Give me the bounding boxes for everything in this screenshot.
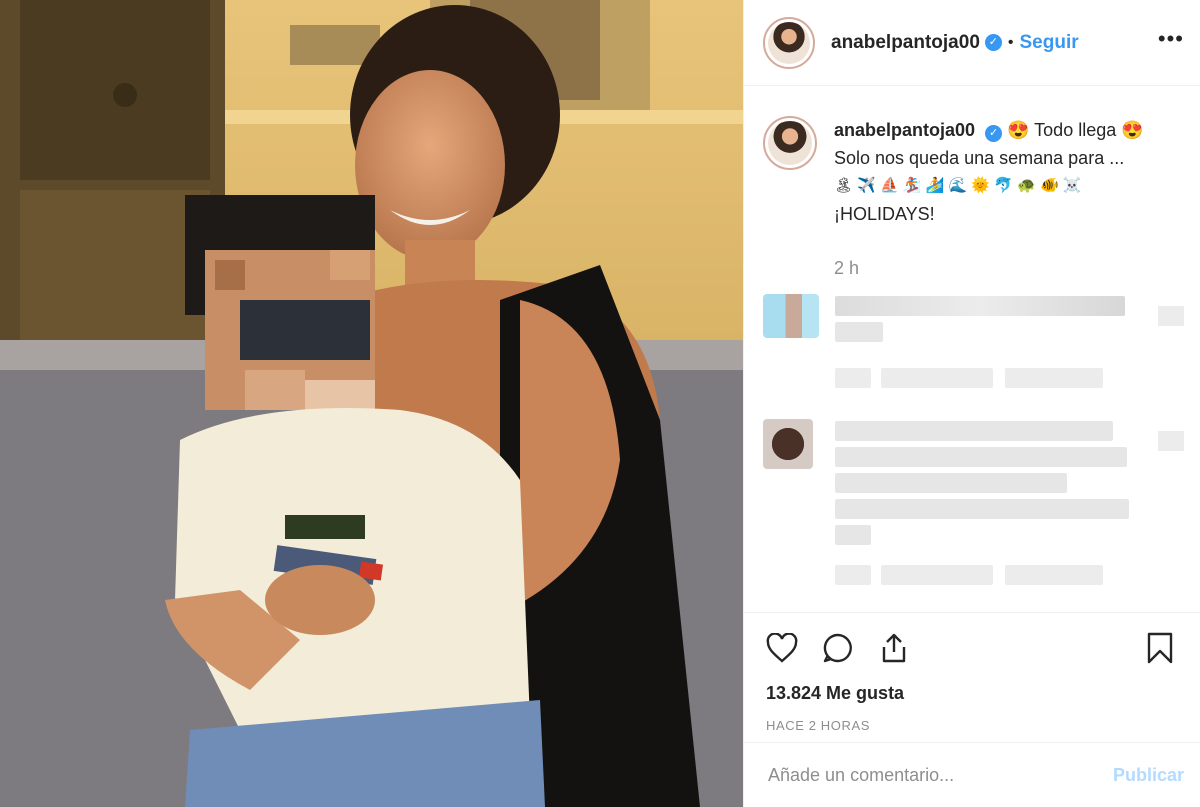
comment-reply[interactable] (1005, 565, 1103, 585)
more-options-icon[interactable]: ••• (1158, 26, 1184, 60)
comment-item (763, 290, 1184, 390)
add-comment-bar: Publicar (744, 742, 1200, 807)
post-header: anabelpantoja00 ✓ • Seguir ••• (744, 0, 1200, 86)
header-username[interactable]: anabelpantoja00 (831, 32, 980, 54)
caption-line-1: anabelpantoja00 ✓ 😍 Todo llega 😍 (834, 116, 1144, 144)
comment-meta (881, 368, 993, 388)
comment-avatar[interactable] (763, 419, 813, 469)
profile-avatar[interactable] (763, 16, 815, 69)
comment-reply[interactable] (1005, 368, 1103, 388)
follow-button[interactable]: Seguir (1020, 32, 1079, 54)
action-icons (766, 631, 1181, 665)
caption-text-4: ¡HOLIDAYS! (834, 204, 935, 224)
likes-count[interactable]: 13.824 Me gusta (766, 683, 1181, 704)
caption-text-3: 🏝 ✈️ ⛵ 🏂 🏄 🌊 🌞 🐬 🐢 🐠 ☠️ (834, 177, 1082, 194)
comment-item (763, 415, 1184, 595)
comment-input[interactable] (766, 763, 1113, 787)
comment-text (835, 499, 1129, 519)
post-caption: anabelpantoja00 ✓ 😍 Todo llega 😍 Solo no… (763, 116, 1184, 282)
share-icon[interactable] (878, 631, 912, 665)
post-timestamp[interactable]: HACE 2 HORAS (766, 718, 1181, 733)
verified-badge-icon: ✓ (984, 34, 1002, 51)
comment-text (835, 473, 1067, 493)
comment-meta (881, 565, 993, 585)
post-photo[interactable] (0, 0, 743, 807)
comment-like-icon[interactable] (1158, 306, 1184, 326)
publish-button[interactable]: Publicar (1113, 765, 1184, 786)
comment-avatar[interactable] (763, 294, 819, 338)
comment-like-icon[interactable] (1158, 431, 1184, 451)
post-image (0, 0, 743, 807)
comment-text (835, 322, 883, 342)
comment-meta (835, 368, 871, 388)
comment-icon[interactable] (822, 631, 856, 665)
comment-text (835, 525, 871, 545)
caption-text-1: 😍 Todo llega 😍 (1007, 120, 1144, 140)
comment-text (835, 296, 1125, 316)
caption-username[interactable]: anabelpantoja00 (834, 120, 975, 140)
header-separator: • (1007, 33, 1014, 51)
heart-icon[interactable] (766, 631, 800, 665)
avatar-image (768, 21, 810, 64)
post-sidebar: anabelpantoja00 ✓ • Seguir ••• anabelpan… (743, 0, 1200, 807)
caption-text-2: Solo nos queda una semana para ... (834, 148, 1125, 168)
caption-avatar[interactable] (763, 116, 817, 170)
bookmark-icon[interactable] (1147, 631, 1181, 665)
comment-meta (835, 565, 871, 585)
caption-time[interactable]: 2 h (834, 254, 1144, 282)
header-user-line: anabelpantoja00 ✓ • Seguir (831, 32, 1079, 54)
comment-text (835, 447, 1127, 467)
comment-text (835, 421, 1113, 441)
verified-badge-icon: ✓ (985, 125, 1003, 142)
post-actions: 13.824 Me gusta HACE 2 HORAS (744, 612, 1200, 742)
avatar-image (768, 121, 812, 165)
caption-body: anabelpantoja00 ✓ 😍 Todo llega 😍 Solo no… (834, 116, 1144, 282)
